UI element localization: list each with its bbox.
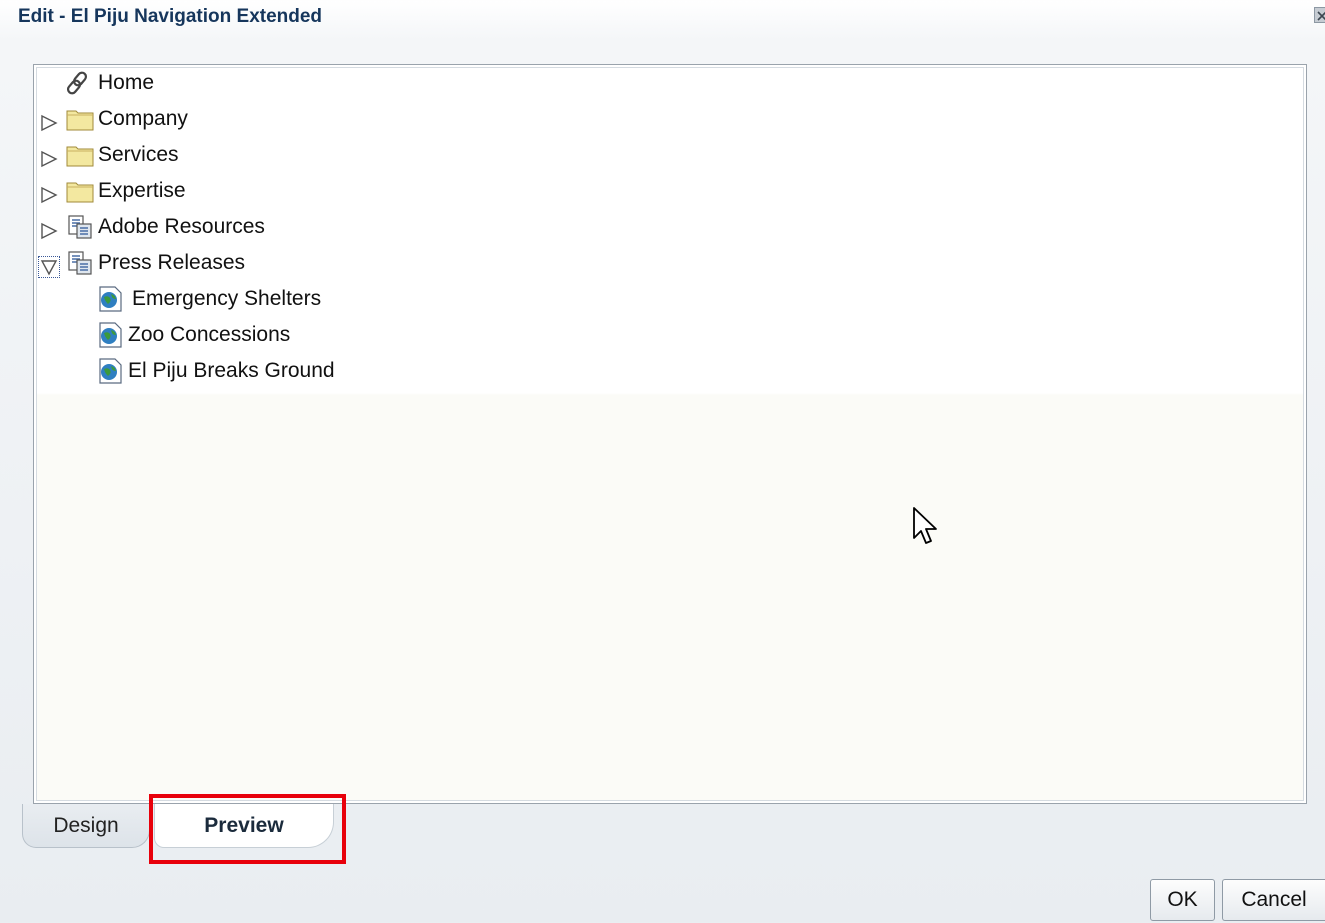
tree-node-press-releases[interactable]: Press Releases bbox=[66, 248, 245, 278]
content-query-icon bbox=[66, 214, 94, 240]
expand-triangle-icon[interactable] bbox=[39, 221, 59, 241]
web-page-icon bbox=[96, 286, 124, 312]
tree-node-label: Expertise bbox=[98, 179, 186, 202]
ok-button[interactable]: OK bbox=[1150, 879, 1215, 921]
tree-node-label: Emergency Shelters bbox=[132, 287, 322, 310]
tree-node-company[interactable]: Company bbox=[66, 104, 188, 134]
expand-triangle-icon[interactable] bbox=[39, 113, 59, 133]
tab-preview[interactable]: Preview bbox=[154, 804, 334, 848]
tree-node-emergency-shelters[interactable]: Emergency Shelters bbox=[96, 284, 321, 314]
web-page-icon bbox=[96, 358, 124, 384]
folder-icon bbox=[66, 142, 94, 168]
tree-node-label: Press Releases bbox=[98, 251, 246, 274]
folder-icon bbox=[66, 106, 94, 132]
tree-node-zoo-concessions[interactable]: Zoo Concessions bbox=[96, 320, 290, 350]
close-icon[interactable] bbox=[1314, 7, 1325, 23]
mouse-pointer-icon bbox=[912, 506, 940, 553]
link-icon bbox=[66, 70, 94, 96]
navigation-tree-panel[interactable]: Home Company Services Expertise Adobe Re… bbox=[33, 64, 1307, 804]
tree-node-label: El Piju Breaks Ground bbox=[128, 359, 335, 382]
tree-node-home[interactable]: Home bbox=[66, 68, 154, 98]
expand-triangle-icon[interactable] bbox=[39, 149, 59, 169]
web-page-icon bbox=[96, 322, 124, 348]
tree-node-label: Zoo Concessions bbox=[128, 323, 291, 346]
tab-bar: Design Preview bbox=[22, 804, 1312, 852]
cancel-button[interactable]: Cancel bbox=[1222, 879, 1325, 921]
tree-node-adobe-resources[interactable]: Adobe Resources bbox=[66, 212, 265, 242]
tree-node-services[interactable]: Services bbox=[66, 140, 179, 170]
dialog-title: Edit - El Piju Navigation Extended bbox=[18, 6, 323, 27]
collapse-triangle-icon[interactable] bbox=[38, 256, 60, 278]
expand-triangle-icon[interactable] bbox=[39, 185, 59, 205]
tree-node-expertise[interactable]: Expertise bbox=[66, 176, 186, 206]
tree-node-label: Company bbox=[98, 107, 188, 130]
tree-node-el-piju-breaks-ground[interactable]: El Piju Breaks Ground bbox=[96, 356, 335, 386]
tab-design[interactable]: Design bbox=[22, 804, 150, 848]
tree-node-label: Services bbox=[98, 143, 179, 166]
tree-node-label: Home bbox=[98, 71, 155, 94]
tree-node-label: Adobe Resources bbox=[98, 215, 265, 238]
content-query-icon bbox=[66, 250, 94, 276]
folder-icon bbox=[66, 178, 94, 204]
